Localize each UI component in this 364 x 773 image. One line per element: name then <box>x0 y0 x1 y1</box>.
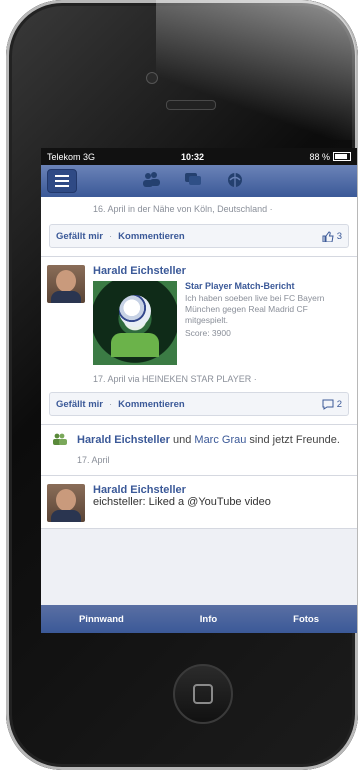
header-icons <box>141 171 245 191</box>
post-meta: 17. April via HEINEKEN STAR PLAYER · <box>93 374 257 384</box>
post-attachment[interactable]: Star Player Match-Bericht Ich haben soeb… <box>93 281 351 365</box>
earpiece-speaker <box>166 100 216 110</box>
avatar[interactable] <box>47 265 85 303</box>
phone-glare <box>156 0 356 140</box>
tab-fotos[interactable]: Fotos <box>293 614 319 625</box>
comments-count[interactable]: 2 <box>322 399 342 410</box>
thumbs-up-icon <box>322 230 334 242</box>
front-camera <box>146 72 158 84</box>
attachment-description: Ich haben soeben live bei FC Bayern Münc… <box>185 293 325 325</box>
likes-count-value: 3 <box>336 230 342 242</box>
profile-tab-bar: Pinnwand Info Fotos <box>41 605 357 633</box>
battery-icon <box>333 152 351 161</box>
avatar[interactable] <box>47 484 85 522</box>
feed-post: 16. April in der Nähe von Köln, Deutschl… <box>41 197 357 257</box>
battery-indicator: 88 % <box>309 152 351 162</box>
like-button[interactable]: Gefällt mir <box>56 231 103 242</box>
comments-count-value: 2 <box>336 398 342 410</box>
friend-suffix: sind jetzt Freunde. <box>246 434 340 446</box>
post-actions: Gefällt mir · Kommentieren 2 <box>49 392 349 416</box>
comment-icon <box>322 399 334 410</box>
status-bar: Telekom 3G 10:32 88 % <box>41 148 357 165</box>
feed-post: Harald Eichsteller Star Player Match-Ber… <box>41 257 357 425</box>
post-author[interactable]: Harald Eichsteller <box>93 484 351 496</box>
story-date: 17. April <box>77 455 110 465</box>
attachment-title[interactable]: Star Player Match-Bericht <box>185 281 351 291</box>
friend-name-1[interactable]: Harald Eichsteller <box>77 434 170 446</box>
friends-icon[interactable] <box>141 171 161 191</box>
home-square-icon <box>193 684 213 704</box>
news-feed: 16. April in der Nähe von Köln, Deutschl… <box>41 197 357 529</box>
friendship-story: Harald Eichsteller und Marc Grau sind je… <box>41 425 357 476</box>
comment-button[interactable]: Kommentieren <box>118 231 185 242</box>
app-header <box>41 165 357 197</box>
post-text: eichsteller: Liked a @YouTube video <box>93 496 271 508</box>
clock: 10:32 <box>181 151 205 162</box>
friend-connector: und <box>169 434 195 446</box>
home-button[interactable] <box>173 664 233 724</box>
post-meta: 16. April in der Nähe von Köln, Deutschl… <box>93 204 273 214</box>
menu-button[interactable] <box>47 169 77 193</box>
phone-screen: Telekom 3G 10:32 88 % 16. April in der N… <box>41 148 357 633</box>
friends-icon <box>53 433 69 471</box>
attachment-score: Score: 3900 <box>185 328 231 338</box>
likes-count[interactable]: 3 <box>322 231 342 242</box>
carrier-label: Telekom 3G <box>47 151 96 162</box>
tab-pinnwand[interactable]: Pinnwand <box>79 614 124 625</box>
messages-icon[interactable] <box>183 171 203 191</box>
like-button[interactable]: Gefällt mir <box>56 399 103 410</box>
feed-post: Harald Eichsteller eichsteller: Liked a … <box>41 476 357 529</box>
notifications-icon[interactable] <box>225 171 245 191</box>
friend-name-2[interactable]: Marc Grau <box>194 434 246 446</box>
attachment-image[interactable] <box>93 281 177 365</box>
tab-info[interactable]: Info <box>200 614 217 625</box>
comment-button[interactable]: Kommentieren <box>118 399 185 410</box>
battery-percent: 88 % <box>309 151 330 162</box>
post-actions: Gefällt mir · Kommentieren 3 <box>49 224 349 248</box>
post-author[interactable]: Harald Eichsteller <box>93 265 351 277</box>
